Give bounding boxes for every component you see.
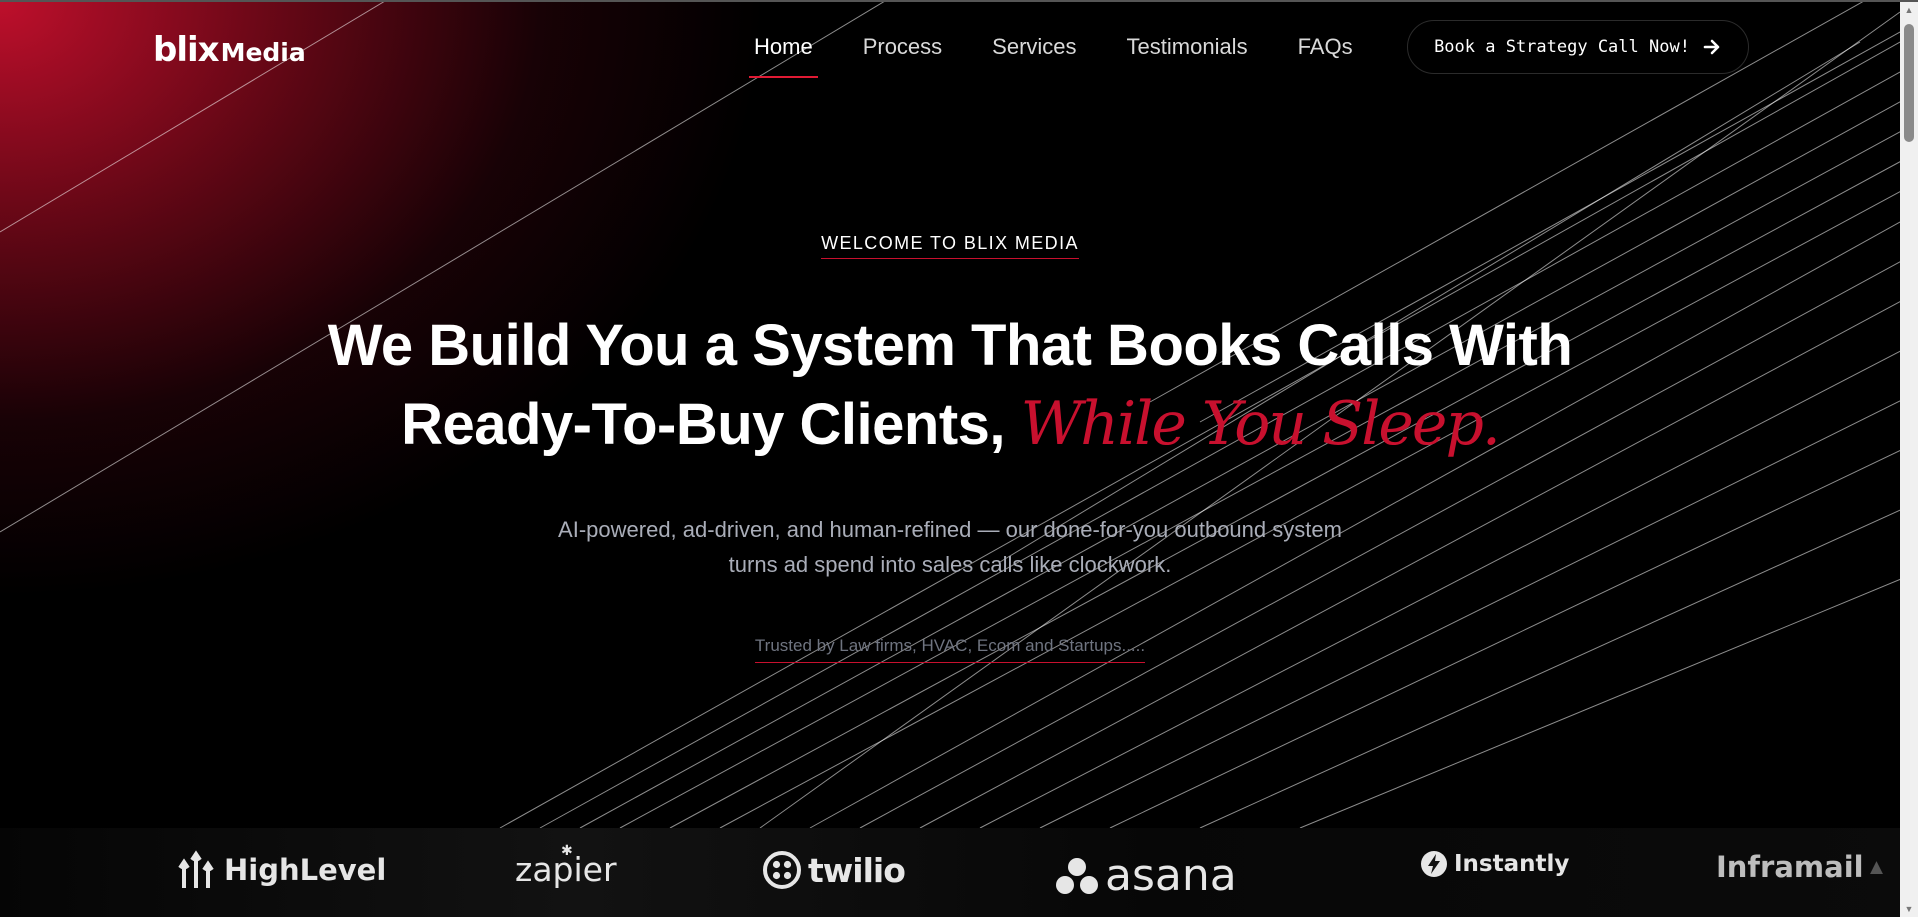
main-nav: Home Process Services Testimonials FAQs: [749, 32, 1403, 78]
partner-name: Inframail: [1716, 850, 1864, 884]
twilio-icon: [763, 851, 801, 889]
zapier-icon: ✱: [561, 842, 573, 858]
book-strategy-call-button[interactable]: Book a Strategy Call Now!: [1407, 20, 1749, 74]
partner-inframail: Inframail ▲: [1716, 850, 1887, 884]
arrow-right-icon: [1703, 39, 1720, 55]
headline-accent: While You Sleep.: [1020, 389, 1501, 459]
page-frame: blix Media Home Process Services Testimo…: [0, 0, 1918, 917]
trusted-by: Trusted by Law firms, HVAC, Ecom and Sta…: [0, 636, 1900, 663]
partner-name: asana: [1105, 850, 1237, 901]
inframail-icon: ▲: [1865, 854, 1888, 879]
partner-zapier: zapier ✱: [515, 842, 617, 889]
partner-twilio: twilio: [762, 850, 906, 890]
nav-item-testimonials[interactable]: Testimonials: [1127, 32, 1248, 78]
nav-item-home[interactable]: Home: [749, 32, 818, 78]
hero-headline: We Build You a System That Books Calls W…: [0, 307, 1900, 464]
partner-name: HighLevel: [224, 853, 387, 887]
cta-label: Book a Strategy Call Now!: [1434, 37, 1690, 57]
blix-media-logo[interactable]: blix Media: [153, 30, 306, 70]
nav-item-services[interactable]: Services: [992, 32, 1076, 78]
partner-name: twilio: [808, 850, 906, 890]
logo-wordmark-media: Media: [220, 38, 306, 67]
hero-eyebrow: WELCOME TO BLIX MEDIA: [0, 233, 1900, 259]
headline-line1: We Build You a System That Books Calls W…: [327, 313, 1573, 378]
highlevel-icon: [178, 850, 214, 888]
nav-item-process[interactable]: Process: [863, 32, 942, 78]
scrollbar-thumb[interactable]: [1904, 24, 1914, 142]
vertical-scrollbar[interactable]: ▲ ▼: [1900, 2, 1918, 917]
scroll-up-arrow-icon[interactable]: ▲: [1900, 2, 1918, 18]
logo-wordmark-blix: blix: [153, 30, 220, 70]
subtext-line1: AI-powered, ad-driven, and human-refined…: [558, 517, 1342, 542]
trusted-by-text: Trusted by Law firms, HVAC, Ecom and Sta…: [754, 636, 1146, 663]
partner-instantly: Instantly: [1420, 850, 1569, 878]
partner-asana: asana: [1055, 850, 1237, 901]
instantly-icon: [1421, 851, 1447, 877]
partner-name: Instantly: [1454, 851, 1570, 877]
eyebrow-text: WELCOME TO BLIX MEDIA: [821, 233, 1079, 259]
hero-subtext: AI-powered, ad-driven, and human-refined…: [0, 512, 1900, 582]
partner-logo-strip: HighLevel zapier ✱ twilio asana Instantl…: [0, 828, 1918, 917]
partner-highlevel: HighLevel: [178, 850, 386, 890]
subtext-line2: turns ad spend into sales calls like clo…: [728, 552, 1172, 577]
nav-item-faqs[interactable]: FAQs: [1298, 32, 1353, 78]
asana-icon: [1056, 857, 1098, 894]
headline-line2: Ready-To-Buy Clients,: [401, 392, 1005, 457]
